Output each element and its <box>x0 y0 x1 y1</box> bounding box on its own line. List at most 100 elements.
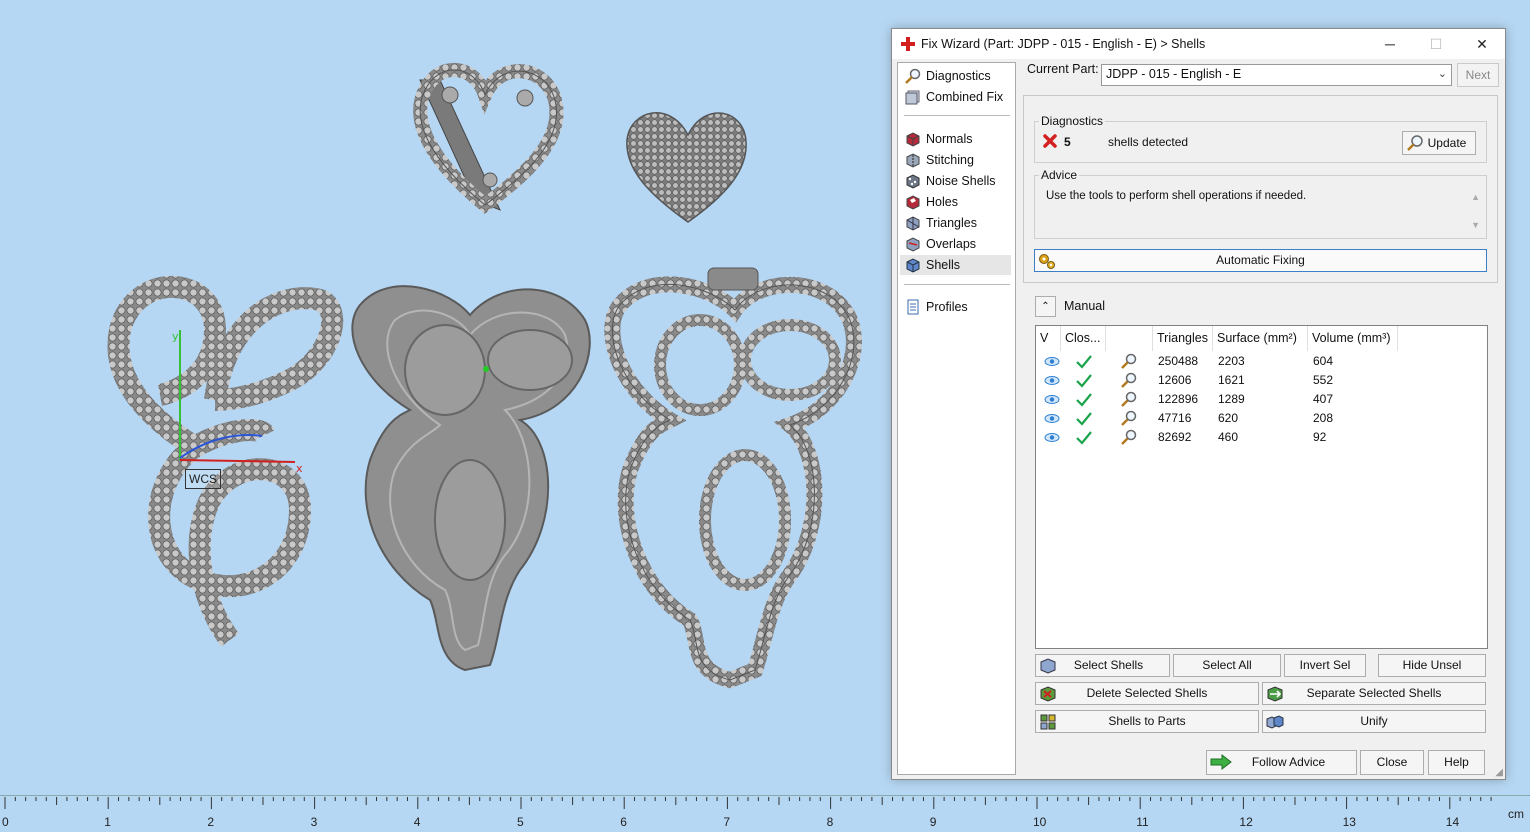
table-row[interactable]: 250488 2203 604 <box>1036 352 1485 371</box>
collapse-manual-button[interactable]: ⌃ <box>1035 296 1056 317</box>
triangles-cell: 82692 <box>1158 430 1192 444</box>
diagnostics-group-label: Diagnostics <box>1039 114 1106 128</box>
delete-selected-shells-label: Delete Selected Shells <box>1086 686 1208 700</box>
invert-sel-button[interactable]: Invert Sel <box>1284 654 1366 677</box>
solid-letter-backing-model <box>351 285 591 672</box>
shells-to-parts-button[interactable]: Shells to Parts <box>1035 710 1259 733</box>
col-triangles[interactable]: Triangles <box>1153 326 1213 351</box>
close-window-button[interactable]: ✕ <box>1459 29 1505 59</box>
scroll-down-icon[interactable]: ▼ <box>1471 220 1480 230</box>
table-row[interactable]: 82692 460 92 <box>1036 428 1485 447</box>
inspect-magnifier-icon[interactable] <box>1120 352 1138 371</box>
surface-cell: 460 <box>1218 430 1239 444</box>
shells-icon <box>906 258 920 273</box>
current-part-select[interactable]: JDPP - 015 - English - E ⌄ <box>1101 64 1452 86</box>
nav-item-overlaps[interactable]: Overlaps <box>900 234 1011 254</box>
nav-item-stitching[interactable]: Stitching <box>900 150 1011 170</box>
table-row[interactable]: 47716 620 208 <box>1036 409 1485 428</box>
inspect-magnifier-icon[interactable] <box>1120 390 1138 409</box>
select-shells-button[interactable]: Select Shells <box>1035 654 1170 677</box>
overlaps-icon <box>906 237 920 252</box>
shells-to-parts-icon <box>1040 714 1056 730</box>
axis-y-label: y <box>172 330 179 343</box>
current-part-value: JDPP - 015 - English - E <box>1106 67 1242 81</box>
advice-group-label: Advice <box>1039 168 1080 182</box>
ruler-label: 3 <box>311 815 318 829</box>
nav-item-normals[interactable]: Normals <box>900 129 1011 149</box>
col-closed[interactable]: Clos... <box>1061 326 1106 351</box>
col-visible[interactable]: V <box>1036 326 1061 351</box>
nav-item-holes[interactable]: Holes <box>900 192 1011 212</box>
unify-button[interactable]: Unify <box>1262 710 1486 733</box>
nav-label: Profiles <box>926 300 968 314</box>
manual-label: Manual <box>1064 299 1105 313</box>
maximize-button[interactable]: ☐ <box>1413 29 1459 59</box>
col-inspect[interactable] <box>1106 326 1153 351</box>
nav-label: Triangles <box>926 216 977 230</box>
title-bar: Fix Wizard (Part: JDPP - 015 - English -… <box>892 29 1505 59</box>
minimize-icon: ─ <box>1385 36 1395 52</box>
next-button[interactable]: Next <box>1457 63 1499 87</box>
ruler-label: 9 <box>930 815 937 829</box>
check-icon <box>1075 352 1093 371</box>
select-shells-icon <box>1040 658 1056 674</box>
resize-grip-icon[interactable]: ◢ <box>1495 767 1503 778</box>
check-icon <box>1075 390 1093 409</box>
nav-item-noise-shells[interactable]: Noise Shells <box>900 171 1011 191</box>
close-button[interactable]: Close <box>1360 750 1424 775</box>
eye-icon[interactable] <box>1044 371 1060 390</box>
holes-icon <box>906 195 920 210</box>
close-icon: ✕ <box>1476 36 1488 52</box>
nav-item-diagnostics[interactable]: Diagnostics <box>900 66 1011 86</box>
select-all-button[interactable]: Select All <box>1173 654 1281 677</box>
scroll-up-icon[interactable]: ▲ <box>1471 192 1480 202</box>
model-scene: y x <box>107 62 862 689</box>
eye-icon[interactable] <box>1044 352 1060 371</box>
ruler-label: 13 <box>1343 815 1357 829</box>
surface-cell: 1621 <box>1218 373 1245 387</box>
delete-selected-shells-button[interactable]: Delete Selected Shells <box>1035 682 1259 705</box>
update-button[interactable]: Update <box>1402 131 1476 155</box>
chevron-down-icon: ⌄ <box>1437 68 1447 80</box>
nav-item-shells[interactable]: Shells <box>900 255 1011 275</box>
volume-cell: 208 <box>1313 411 1334 425</box>
table-row[interactable]: 12606 1621 552 <box>1036 371 1485 390</box>
help-button[interactable]: Help <box>1428 750 1485 775</box>
inspect-magnifier-icon[interactable] <box>1120 428 1138 447</box>
eye-icon[interactable] <box>1044 390 1060 409</box>
inspect-magnifier-icon[interactable] <box>1120 409 1138 428</box>
volume-cell: 92 <box>1313 430 1327 444</box>
diagnostics-message: shells detected <box>1108 135 1189 149</box>
triangles-cell: 47716 <box>1158 411 1192 425</box>
nav-item-profiles[interactable]: Profiles <box>900 297 1011 317</box>
volume-cell: 407 <box>1313 392 1334 406</box>
eye-icon[interactable] <box>1044 428 1060 447</box>
axis-x-label: x <box>296 462 303 475</box>
ruler-unit-label: cm <box>1508 807 1524 821</box>
hide-unsel-button[interactable]: Hide Unsel <box>1378 654 1486 677</box>
double-chevron-up-icon: ⌃ <box>1041 301 1050 312</box>
stitching-icon <box>906 153 920 168</box>
unify-icon <box>1266 715 1284 729</box>
col-surface[interactable]: Surface (mm²) <box>1213 326 1308 351</box>
ruler-label: 11 <box>1136 815 1149 829</box>
nav-item-combined-fix[interactable]: Combined Fix <box>900 87 1011 107</box>
shells-to-parts-label: Shells to Parts <box>1108 714 1186 728</box>
ruler-label: 8 <box>827 815 834 829</box>
close-label: Close <box>1376 755 1408 769</box>
separate-selected-shells-label: Separate Selected Shells <box>1306 686 1442 700</box>
nav-label: Stitching <box>926 153 974 167</box>
automatic-fixing-button[interactable]: Automatic Fixing <box>1034 249 1487 272</box>
col-volume[interactable]: Volume (mm³) <box>1308 326 1398 351</box>
eye-icon[interactable] <box>1044 409 1060 428</box>
select-shells-label: Select Shells <box>1073 658 1144 672</box>
green-arrow-icon <box>1210 753 1232 771</box>
table-row[interactable]: 122896 1289 407 <box>1036 390 1485 409</box>
inspect-magnifier-icon[interactable] <box>1120 371 1138 390</box>
minimize-button[interactable]: ─ <box>1367 29 1413 59</box>
nav-label: Noise Shells <box>926 174 996 188</box>
follow-advice-button[interactable]: Follow Advice <box>1206 750 1357 775</box>
separate-selected-shells-button[interactable]: Separate Selected Shells <box>1262 682 1486 705</box>
nav-label: Combined Fix <box>926 90 1004 104</box>
nav-item-triangles[interactable]: Triangles <box>900 213 1011 233</box>
